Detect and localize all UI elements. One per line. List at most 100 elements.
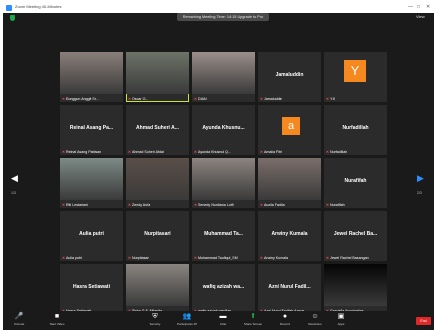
participant-name: Muhammad Taufiqul_SM (198, 256, 238, 260)
participant-video (192, 158, 255, 200)
participant-name-label: ✕Senedy Nurdiana Lutfi (194, 203, 234, 207)
participant-tile[interactable]: Reinal Asang Pa... ✕Reinal Asang Pabisan (60, 105, 123, 155)
participant-tile[interactable]: ✕Siska G.F. Alfianita (126, 264, 189, 314)
participant-video (192, 52, 255, 94)
participant-tile[interactable]: Aulia putri ✕Aulia putri (60, 211, 123, 261)
unmute-icon: 🎤 (14, 313, 24, 320)
previous-page-arrow-icon[interactable]: ◀ (11, 173, 18, 184)
participant-name: Zendy Aufa (132, 203, 151, 207)
security-button[interactable]: ⛨ Security (145, 311, 165, 330)
participant-tile[interactable]: Arwiny Kumala ✕Arwiny Kumala (258, 211, 321, 261)
share-icon: ⬆ (250, 313, 256, 320)
participant-center-name: Aulia putri (79, 231, 104, 237)
next-page-indicator: 2/3 (417, 191, 422, 195)
video-button[interactable]: ■ Start Video (47, 311, 67, 330)
participant-name: Eunggun Anggit Sr... (66, 97, 99, 101)
remaining-time-banner[interactable]: Remaining Meeting Time: 14:15 Upgrade to… (177, 13, 269, 21)
participant-tile[interactable]: Muhammad Ta... ✕Muhammad Taufiqul_SM (192, 211, 255, 261)
participant-name-label: ✕Aulia putri (62, 256, 82, 260)
participant-tile[interactable]: ✕Senedy Nurdiana Lutfi (192, 158, 255, 208)
participant-tile[interactable]: wafiq azizah wa...✕wafiq azizah wertilan (192, 264, 255, 314)
participant-name-label: ✕Ayunda Khusnul Q... (194, 150, 231, 154)
participant-name: Jamaluddin (264, 97, 283, 101)
participant-tile[interactable]: Jamaluddin ✕Jamaluddin (258, 52, 321, 102)
record-button[interactable]: ● Record (275, 311, 295, 330)
participant-tile[interactable]: Hasra Setiawati✕Hasra Setiawati (60, 264, 123, 314)
share-label: Share Screen (243, 322, 263, 326)
participant-tile[interactable]: ✕Graciella Ayuningtias (324, 264, 387, 314)
participant-center-name: Azni Nurul Fadil... (268, 284, 311, 290)
participant-name-label: ✕Riti Lestariani (62, 203, 88, 207)
participant-tile[interactable]: Jewel Rachel Ba... ✕Jewel Rachel Basangan (324, 211, 387, 261)
participant-tile[interactable]: Nurafifah ✕Nurafifah (324, 158, 387, 208)
reactions-label: Reactions (308, 322, 322, 326)
participant-name-label: ✕Nurafifah (326, 203, 345, 207)
participant-tile[interactable]: Nurfadillah ✕Nurfadillah (324, 105, 387, 155)
participant-avatar: a (282, 117, 300, 135)
security-icon: ⛨ (152, 313, 158, 320)
next-page-arrow-icon[interactable]: ▶ (417, 173, 424, 184)
muted-mic-icon: ✕ (260, 256, 264, 260)
participant-name-label: ✕Oscar O... (128, 97, 148, 101)
participant-tile[interactable]: Nurpitasari ✕Nurpitasari (126, 211, 189, 261)
maximize-icon[interactable]: □ (417, 4, 420, 10)
apps-icon: ▣ (337, 313, 345, 320)
participant-video (126, 52, 189, 94)
participant-video (126, 158, 189, 200)
muted-mic-icon: ✕ (128, 256, 132, 260)
participant-name: Aulia putri (66, 256, 82, 260)
reactions-button[interactable]: ☺ Reactions (305, 311, 325, 330)
record-label: Record (280, 322, 290, 326)
chat-button[interactable]: ▬ Chat (213, 311, 233, 330)
muted-mic-icon: ✕ (62, 150, 66, 154)
participant-tile[interactable]: ✕Riti Lestariani (60, 158, 123, 208)
video-icon: ■ (54, 313, 60, 320)
muted-mic-icon: ✕ (62, 256, 66, 260)
participant-video (126, 264, 189, 306)
participant-center-name: Reinal Asang Pa... (69, 125, 114, 131)
close-icon[interactable]: ✕ (426, 4, 430, 10)
minimize-icon[interactable]: — (408, 4, 413, 10)
unmute-button[interactable]: 🎤 Unmute (9, 311, 29, 330)
participant-center-name: Nurfadillah (342, 125, 369, 131)
participant-name-label: ✕Muhammad Taufiqul_SM (194, 256, 238, 260)
participant-center-name: Nurpitasari (144, 231, 171, 237)
participant-name: Y.K (330, 97, 336, 101)
participant-tile[interactable]: ✕Zendy Aufa (126, 158, 189, 208)
participant-name: Ayunda Khusnul Q... (198, 150, 231, 154)
participant-name-label: ✕Zendy Aufa (128, 203, 150, 207)
participant-tile[interactable]: ✕Oscar O... (126, 52, 189, 102)
participant-tile[interactable]: a ✕Amalia Fitri (258, 105, 321, 155)
participant-tile[interactable]: ✕Auzila Fadila (258, 158, 321, 208)
participants-button[interactable]: 👥 Participants 25 (177, 311, 197, 330)
participant-name: Ahmad Suheri Afdal (132, 150, 164, 154)
muted-mic-icon: ✕ (194, 203, 198, 207)
participant-name-label: ✕DIAN (194, 97, 207, 101)
participant-tile[interactable]: Y ✕Y.K (324, 52, 387, 102)
share-button[interactable]: ⬆ Share Screen (243, 311, 263, 330)
muted-mic-icon: ✕ (194, 97, 198, 101)
participant-name-label: ✕Eunggun Anggit Sr... (62, 97, 99, 101)
participant-tile[interactable]: Ahmad Suheri A... ✕Ahmad Suheri Afdal (126, 105, 189, 155)
participant-center-name: Muhammad Ta... (204, 231, 243, 237)
participant-center-name: Nurafifah (344, 178, 367, 184)
participant-name-label: ✕Jamaluddin (260, 97, 282, 101)
end-meeting-button[interactable]: End (416, 317, 431, 325)
view-button[interactable]: View (416, 14, 425, 19)
muted-mic-icon: ✕ (194, 256, 198, 260)
apps-button[interactable]: ▣ Apps (331, 311, 351, 330)
participant-name-label: ✕Nurfadillah (326, 150, 347, 154)
participant-tile[interactable]: ✕Eunggun Anggit Sr... (60, 52, 123, 102)
participant-name: Arwiny Kumala (264, 256, 288, 260)
muted-mic-icon: ✕ (62, 203, 66, 207)
participant-name: Riti Lestariani (66, 203, 88, 207)
participant-name-label: ✕Arwiny Kumala (260, 256, 288, 260)
participant-tile[interactable]: Azni Nurul Fadil...✕Azni Nurul Fadilah A… (258, 264, 321, 314)
muted-mic-icon: ✕ (326, 150, 330, 154)
participant-center-name: Jewel Rachel Ba... (333, 231, 378, 237)
encryption-shield-icon[interactable] (10, 15, 15, 21)
participant-tile[interactable]: ✕DIAN (192, 52, 255, 102)
participant-center-name: Ayunda Khusnu... (202, 125, 245, 131)
participant-tile[interactable]: Ayunda Khusnu... ✕Ayunda Khusnul Q... (192, 105, 255, 155)
participant-center-name: Arwiny Kumala (271, 231, 308, 237)
